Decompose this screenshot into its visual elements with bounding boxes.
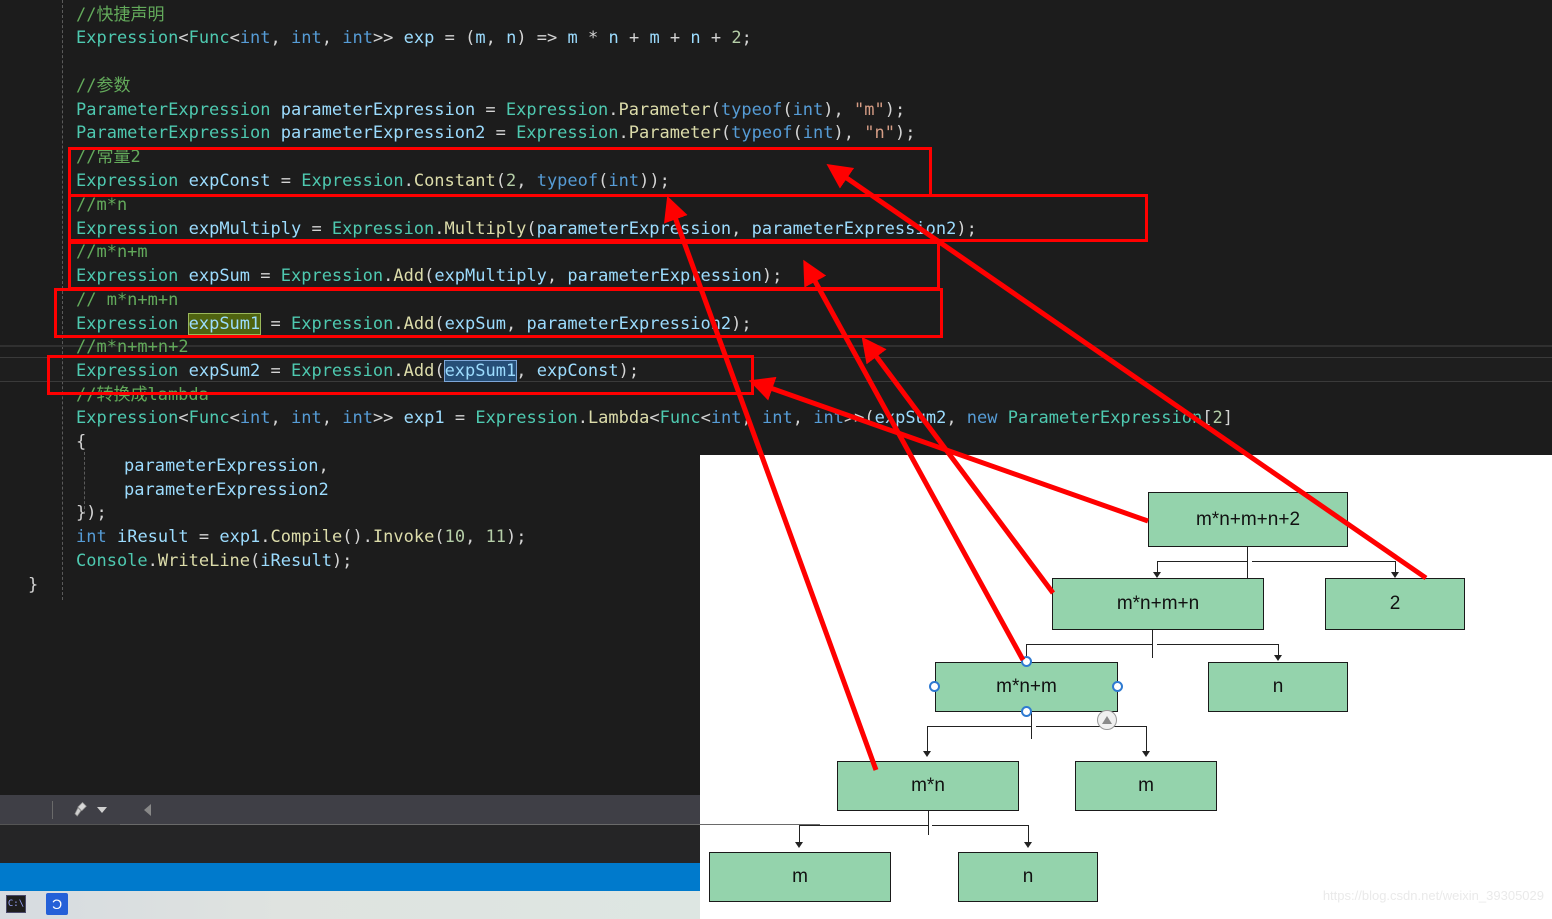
tree-node-label: m*n+m — [996, 676, 1057, 697]
current-line-edge — [0, 345, 1552, 347]
tree-node-root[interactable]: m*n+m+n+2 — [1148, 492, 1348, 547]
code-line-8: Expression expConst = Expression.Constan… — [76, 171, 670, 191]
code-line-6: ParameterExpression parameterExpression2… — [76, 123, 916, 143]
text-selection-highlight: expSum1 — [443, 360, 518, 382]
tree-node-mult[interactable]: m*n — [837, 761, 1019, 811]
edge-sum1-right-h — [1157, 644, 1278, 645]
toolstrip-separator — [52, 801, 53, 819]
code-line-11: //m*n+m — [76, 242, 148, 262]
tree-node-leaf-n[interactable]: n — [958, 852, 1098, 902]
edge-mult-right-v — [1028, 825, 1029, 842]
tree-node-label: m — [792, 866, 808, 887]
find-match-highlight: expSum1 — [187, 313, 262, 335]
edge-sum-left-v — [927, 726, 928, 751]
code-line-24: Console.WriteLine(iResult); — [76, 551, 353, 571]
edge-mult-stem — [928, 811, 929, 835]
edge-sum1-left-h — [1026, 644, 1153, 645]
clear-all-icon[interactable] — [72, 801, 90, 819]
code-line-25: } — [28, 575, 39, 595]
edge-sum-right-v — [1146, 726, 1147, 751]
edge-mult-right-h — [932, 825, 1028, 826]
code-line-10: Expression expMultiply = Expression.Mult… — [76, 219, 977, 239]
tree-node-label: m — [1138, 775, 1154, 796]
tree-node-leaf-m[interactable]: m — [709, 852, 891, 902]
tree-node-label: n — [1022, 866, 1034, 887]
command-prompt-icon[interactable]: C:\ — [6, 895, 26, 913]
code-line-18: Expression<Func<int, int, int>> exp1 = E… — [76, 408, 1233, 428]
code-line-2: Expression<Func<int, int, int>> exp = (m… — [76, 28, 752, 48]
code-line-7: //常量2 — [76, 147, 141, 167]
code-line-5: ParameterExpression parameterExpression … — [76, 100, 906, 120]
code-line-20: parameterExpression, — [124, 456, 329, 476]
tree-node-const2[interactable]: 2 — [1325, 578, 1465, 630]
output-pane — [0, 825, 700, 863]
code-line-17: //转换成lambda — [76, 385, 209, 405]
tree-node-label: m*n+m+n — [1116, 593, 1200, 614]
watermark-text: https://blog.csdn.net/weixin_39305029 — [1322, 888, 1544, 903]
indent-guide — [62, 0, 63, 600]
tree-node-sum-selected[interactable]: m*n+m — [935, 662, 1118, 712]
selection-handle-top[interactable] — [1021, 656, 1032, 667]
tree-node-sum1[interactable]: m*n+m+n — [1052, 578, 1264, 630]
collapse-toggle-icon[interactable] — [1097, 710, 1117, 730]
edge-mult-right-arrow — [1024, 842, 1032, 848]
edge-sum1-right-arrow — [1274, 655, 1282, 661]
code-line-16: Expression expSum2 = Expression.Add(expS… — [76, 360, 640, 382]
selection-handle-right[interactable] — [1112, 681, 1123, 692]
tree-node-label: n — [1272, 676, 1284, 697]
screen-root: //快捷声明 Expression<Func<int, int, int>> e… — [0, 0, 1552, 919]
tree-node-param-n[interactable]: n — [1208, 662, 1348, 712]
selection-handle-left[interactable] — [929, 681, 940, 692]
edge-mult-left-arrow — [795, 842, 803, 848]
taskbar[interactable]: C:\ Ɔ — [0, 891, 700, 919]
code-line-9: //m*n — [76, 195, 128, 215]
selection-handle-bottom[interactable] — [1021, 706, 1032, 717]
code-line-12: Expression expSum = Expression.Add(expMu… — [76, 266, 783, 286]
nav-back-icon[interactable] — [144, 804, 151, 816]
edge-sum-left-h — [927, 726, 1032, 727]
status-bar — [0, 863, 700, 891]
code-line-4: //参数 — [76, 76, 131, 96]
code-line-22: }); — [76, 503, 107, 523]
code-content[interactable]: //快捷声明 Expression<Func<int, int, int>> e… — [0, 0, 1233, 919]
tree-node-label: m*n+m+n+2 — [1195, 508, 1301, 530]
editplus-icon[interactable]: Ɔ — [46, 893, 68, 915]
tree-node-param-m[interactable]: m — [1075, 761, 1217, 811]
code-line-14: Expression expSum1 = Expression.Add(expS… — [76, 313, 752, 335]
expression-tree-diagram[interactable]: m*n+m+n+2 m*n+m+n 2 m*n+m n m*n m m n ht… — [700, 455, 1552, 919]
edge-sum-left-arrow — [923, 751, 931, 757]
tree-node-label: 2 — [1389, 593, 1401, 614]
edge-mult-left-v — [799, 825, 800, 842]
edge-sum-right-arrow — [1142, 751, 1150, 757]
code-line-23: int iResult = exp1.Compile().Invoke(10, … — [76, 527, 527, 547]
edge-mult-left-h — [799, 825, 929, 826]
tree-node-label: m*n — [911, 775, 945, 796]
edge-root-left-h — [1157, 561, 1248, 562]
code-line-21: parameterExpression2 — [124, 480, 329, 500]
code-line-13: // m*n+m+n — [76, 290, 179, 310]
code-line-19: { — [76, 432, 87, 452]
code-line-1: //快捷声明 — [76, 5, 165, 25]
edge-sum-right-h — [1036, 726, 1146, 727]
output-toolstrip[interactable] — [0, 795, 820, 825]
code-line-15: //m*n+m+n+2 — [76, 337, 189, 357]
chevron-down-icon[interactable] — [97, 807, 107, 813]
edge-root-stem — [1247, 547, 1248, 578]
edge-root-right-h — [1252, 561, 1395, 562]
